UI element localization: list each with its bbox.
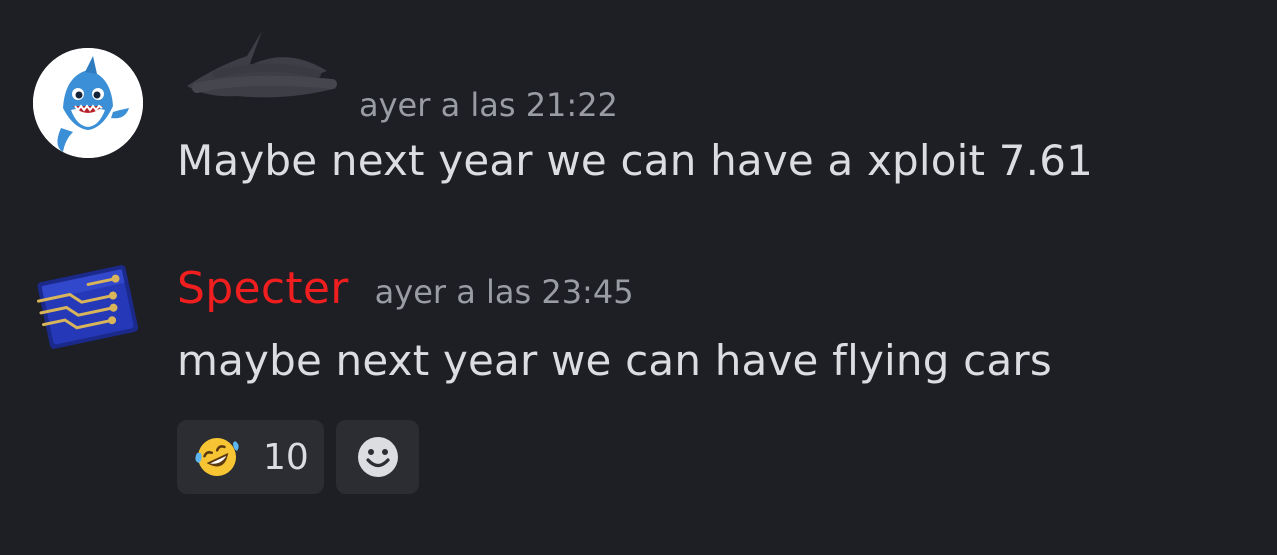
- message-item: ayer a las 21:22 Maybe next year we can …: [0, 0, 1277, 230]
- message-header: Specter ayer a las 23:45: [177, 263, 634, 314]
- rolling-on-floor-laughing-icon: [193, 433, 241, 481]
- chat-message-list: ayer a las 21:22 Maybe next year we can …: [0, 0, 1277, 555]
- reaction-pill[interactable]: 10: [177, 420, 324, 494]
- reactions-bar: 10: [177, 420, 419, 494]
- message-content: Maybe next year we can have a xploit 7.6…: [177, 136, 1094, 185]
- message-item: Specter ayer a las 23:45 maybe next year…: [0, 230, 1277, 555]
- avatar[interactable]: [33, 253, 143, 363]
- add-reaction-button[interactable]: [336, 420, 419, 494]
- message-author[interactable]: Specter: [177, 263, 349, 314]
- reaction-count: 10: [263, 436, 309, 478]
- message-content: maybe next year we can have flying cars: [177, 336, 1052, 385]
- message-timestamp[interactable]: ayer a las 21:22: [359, 86, 618, 124]
- redacted-username-scribble: [177, 31, 347, 116]
- avatar[interactable]: [33, 48, 143, 158]
- message-timestamp[interactable]: ayer a las 23:45: [375, 273, 634, 311]
- baby-shark-icon: [33, 48, 143, 158]
- smiley-add-reaction-icon: [354, 433, 402, 481]
- circuit-board-icon: [36, 265, 139, 349]
- message-header: ayer a las 21:22: [177, 31, 618, 124]
